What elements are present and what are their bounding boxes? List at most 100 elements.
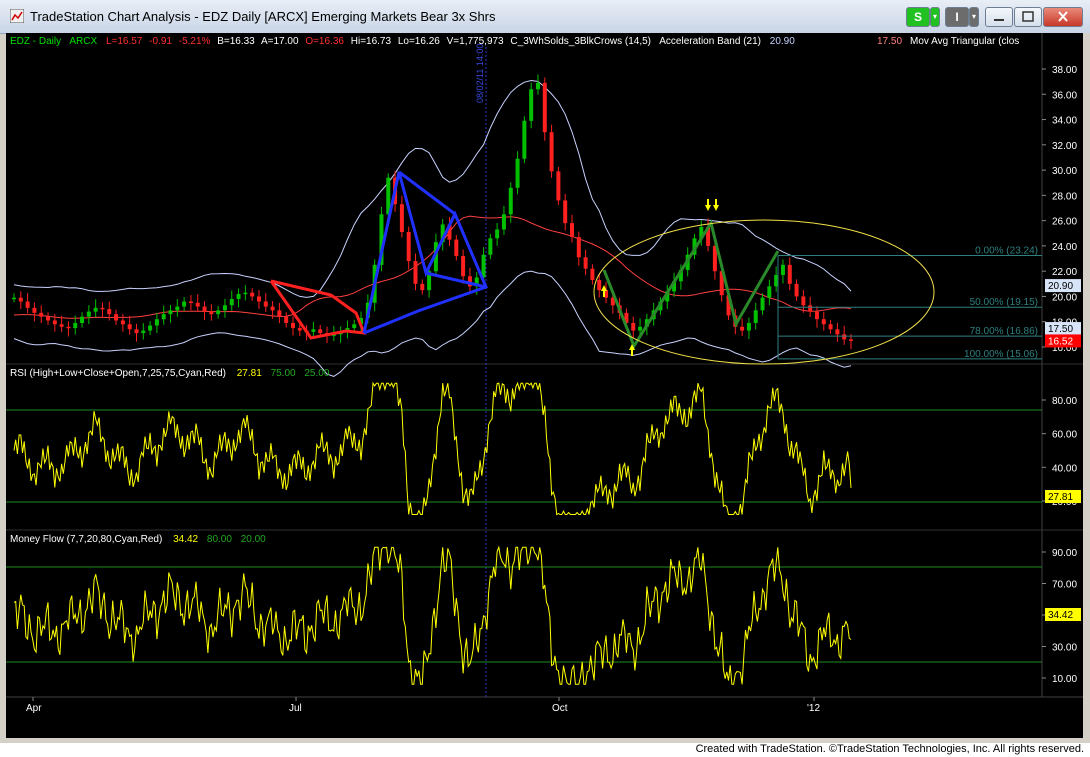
minimize-button[interactable]	[985, 7, 1013, 27]
close-button[interactable]	[1043, 7, 1083, 27]
candle[interactable]	[399, 204, 404, 233]
candle[interactable]	[12, 297, 16, 300]
candle[interactable]	[318, 329, 323, 334]
candle[interactable]	[236, 293, 241, 299]
candle[interactable]	[291, 322, 295, 329]
accel-band-upper[interactable]	[13, 79, 852, 298]
chart-canvas[interactable]: EDZ - Daily ARCX L=16.57 -0.91 -5.21% B=…	[6, 33, 1083, 738]
maximize-button[interactable]	[1014, 7, 1042, 27]
candle[interactable]	[828, 324, 833, 330]
candle[interactable]	[114, 314, 119, 321]
candle[interactable]	[25, 301, 30, 308]
candle[interactable]	[760, 297, 765, 311]
candle[interactable]	[563, 200, 568, 224]
candle[interactable]	[461, 256, 466, 277]
candle[interactable]	[597, 280, 602, 291]
candle[interactable]	[175, 306, 180, 311]
candle[interactable]	[263, 301, 268, 307]
candle[interactable]	[794, 283, 799, 297]
candle[interactable]	[195, 302, 200, 307]
money-flow-line[interactable]	[13, 545, 852, 685]
tools-button[interactable]: I	[945, 7, 969, 27]
candle[interactable]	[808, 305, 813, 312]
candle[interactable]	[583, 257, 588, 269]
candle[interactable]	[182, 301, 187, 307]
candle[interactable]	[161, 314, 166, 320]
candle[interactable]	[529, 89, 534, 121]
candle[interactable]	[590, 268, 595, 281]
chart-area[interactable]: EDZ - Daily ARCX L=16.57 -0.91 -5.21% B=…	[6, 33, 1083, 738]
candle[interactable]	[209, 311, 214, 315]
candle[interactable]	[842, 334, 847, 340]
candle[interactable]	[141, 330, 146, 334]
candle[interactable]	[134, 329, 139, 334]
pattern-ellipse[interactable]	[593, 219, 935, 365]
candle[interactable]	[222, 305, 227, 311]
candle[interactable]	[80, 316, 85, 323]
candle[interactable]	[256, 296, 261, 302]
candle[interactable]	[284, 316, 289, 323]
candle[interactable]	[638, 326, 643, 331]
candle[interactable]	[522, 120, 527, 159]
candle[interactable]	[154, 319, 159, 326]
candle[interactable]	[576, 237, 581, 258]
candle[interactable]	[46, 316, 51, 321]
candle[interactable]	[556, 171, 561, 201]
candle[interactable]	[93, 307, 98, 312]
candle[interactable]	[535, 82, 540, 90]
candle[interactable]	[18, 297, 23, 302]
candle[interactable]	[420, 283, 425, 291]
candle[interactable]	[746, 322, 751, 331]
candle[interactable]	[297, 328, 302, 331]
candle[interactable]	[454, 239, 459, 257]
candle[interactable]	[406, 232, 411, 262]
candle[interactable]	[515, 158, 520, 188]
candle[interactable]	[780, 264, 785, 275]
candle[interactable]	[801, 296, 806, 306]
candle[interactable]	[508, 187, 513, 215]
candle[interactable]	[753, 310, 758, 323]
moving-average-line[interactable]	[13, 215, 852, 319]
candle[interactable]	[73, 322, 78, 329]
candle[interactable]	[767, 286, 772, 298]
candle[interactable]	[413, 261, 418, 284]
candle[interactable]	[243, 292, 248, 295]
candle[interactable]	[202, 306, 207, 312]
candle[interactable]	[32, 307, 37, 313]
candle[interactable]	[107, 309, 112, 315]
candle[interactable]	[277, 310, 282, 317]
candle[interactable]	[216, 310, 221, 315]
candle[interactable]	[52, 320, 57, 325]
blue-harmonic-pattern[interactable]	[362, 171, 489, 335]
green-head-shoulders-pattern[interactable]	[602, 219, 780, 350]
candle[interactable]	[821, 319, 826, 325]
candle[interactable]	[120, 320, 125, 325]
candle[interactable]	[66, 326, 71, 329]
candle[interactable]	[849, 339, 853, 341]
candle[interactable]	[740, 326, 745, 331]
candle[interactable]	[86, 311, 91, 317]
candle[interactable]	[188, 301, 193, 304]
candle[interactable]	[148, 325, 153, 331]
symbol-link-dropdown-icon[interactable]: ▾	[930, 7, 940, 27]
candle[interactable]	[787, 264, 792, 284]
candle[interactable]	[570, 223, 574, 238]
symbol-link-button[interactable]: S	[906, 7, 930, 27]
candle[interactable]	[352, 324, 357, 329]
candle[interactable]	[501, 214, 506, 230]
title-bar[interactable]: TradeStation Chart Analysis - EDZ Daily …	[0, 0, 1090, 34]
candle[interactable]	[549, 132, 554, 172]
candle[interactable]	[495, 229, 500, 239]
candle[interactable]	[168, 310, 173, 315]
candle[interactable]	[270, 306, 275, 311]
candle[interactable]	[100, 307, 105, 310]
candle[interactable]	[311, 329, 316, 332]
candle[interactable]	[814, 311, 819, 320]
candle[interactable]	[250, 292, 255, 297]
candle[interactable]	[127, 324, 132, 330]
candle[interactable]	[488, 238, 493, 255]
candle[interactable]	[59, 324, 64, 327]
rsi-line[interactable]	[13, 381, 852, 516]
candle[interactable]	[542, 82, 547, 133]
candle[interactable]	[229, 298, 234, 306]
